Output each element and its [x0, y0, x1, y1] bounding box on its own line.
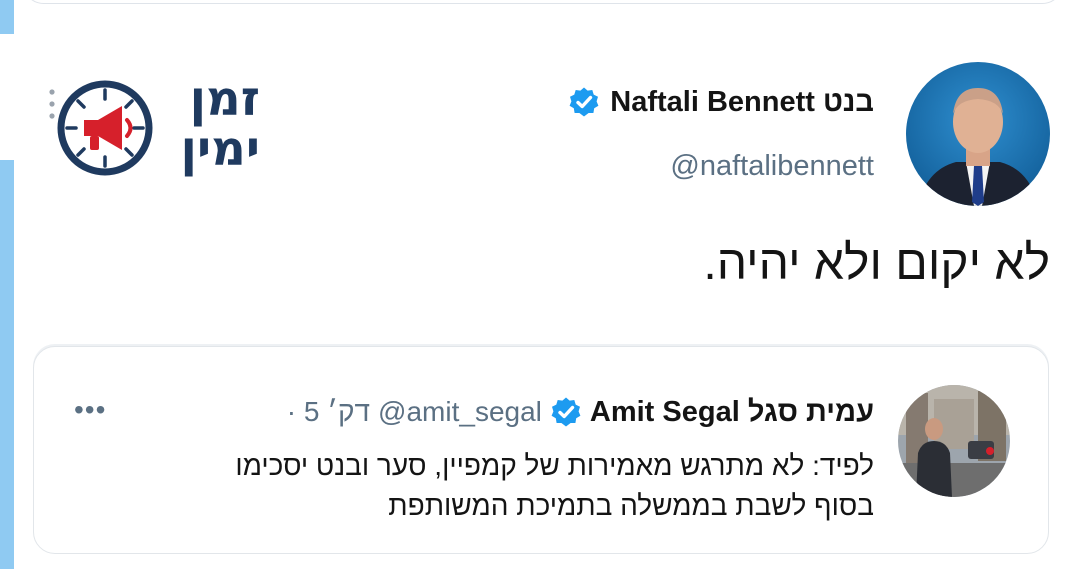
logo-line-2: ימין [180, 121, 260, 177]
logo-more-dots [49, 89, 55, 119]
logo-text: זמן ימין [164, 74, 260, 174]
quoted-author-avatar[interactable] [898, 385, 1010, 497]
quoted-author-photo [898, 385, 1010, 497]
quoted-tweet-text: לפיד: לא מתרגש מאמירות של קמפיין, סער וב… [114, 446, 874, 526]
quoted-author-name[interactable]: Amit Segal עמית סגל [590, 396, 874, 429]
more-options-icon[interactable]: ••• [74, 394, 106, 426]
author-avatar[interactable] [906, 62, 1050, 206]
author-name[interactable]: Naftali Bennett בנט [610, 86, 874, 119]
logo-line-1: זמן [189, 71, 260, 127]
thread-line-top [0, 0, 14, 34]
quoted-header-row: · 5 דק׳ @amit_segal Amit Segal עמית סגל [287, 392, 874, 432]
quoted-text-line-2: בסוף לשבת בממשלה בתמיכת המשותפת [388, 490, 874, 521]
author-row: Naftali Bennett בנט [568, 82, 874, 122]
previous-tweet-card-edge [22, 0, 1064, 4]
quoted-handle[interactable]: @amit_segal [378, 396, 542, 428]
quoted-text-line-1: לפיד: לא מתרגש מאמירות של קמפיין, סער וב… [235, 450, 874, 481]
author-photo [906, 62, 1050, 206]
quoted-time[interactable]: · 5 דק׳ [287, 396, 370, 428]
author-handle[interactable]: @naftalibennett [670, 150, 874, 183]
thread-line [0, 160, 14, 569]
verified-badge-icon [569, 87, 599, 117]
tweet-text: לא יקום ולא יהיה. [703, 237, 1050, 290]
quoted-verified-badge-icon [551, 397, 581, 427]
